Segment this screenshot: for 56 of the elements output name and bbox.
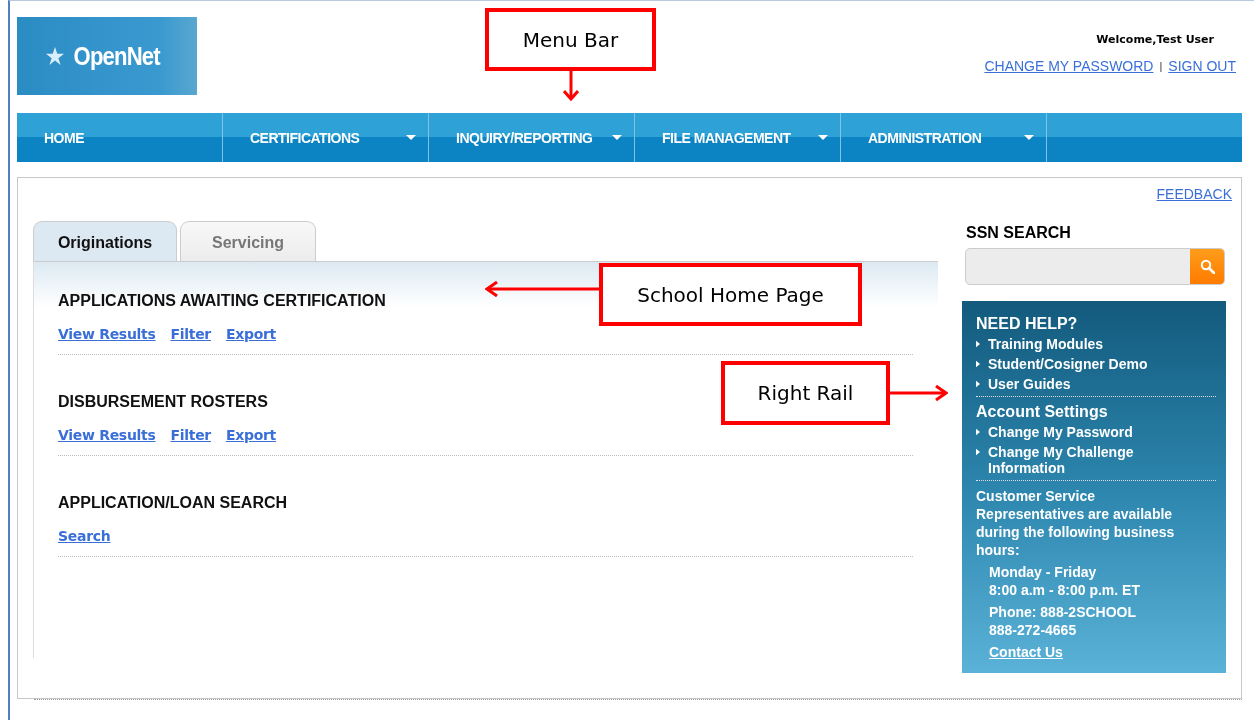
menu-item[interactable]: INQUIRY/REPORTING bbox=[429, 113, 635, 162]
tab[interactable]: Servicing bbox=[180, 221, 316, 261]
callout-label: School Home Page bbox=[599, 263, 862, 326]
help-link[interactable]: Training Modules bbox=[988, 336, 1158, 352]
help-title: NEED HELP? bbox=[976, 315, 1079, 333]
star-icon bbox=[46, 47, 65, 65]
callout-label: Right Rail bbox=[721, 361, 890, 425]
bullet-icon bbox=[976, 448, 980, 456]
caret-icon bbox=[612, 135, 622, 140]
link[interactable]: View Results bbox=[58, 326, 156, 342]
help-link[interactable]: Change My Challenge Information bbox=[988, 444, 1158, 476]
ssn-search-field[interactable] bbox=[965, 248, 1225, 285]
arrow-icon bbox=[563, 71, 579, 101]
tab[interactable]: Originations bbox=[33, 221, 177, 261]
hours-text: 8:00 a.m - 8:00 p.m. ET bbox=[989, 581, 1141, 599]
section-title: APPLICATION/LOAN SEARCH bbox=[58, 494, 288, 512]
hours-text: Monday - Friday bbox=[989, 563, 1098, 581]
menu-item[interactable]: ADMINISTRATION bbox=[841, 113, 1047, 162]
callout-label: Menu Bar bbox=[485, 8, 656, 71]
menu-item[interactable]: FILE MANAGEMENT bbox=[635, 113, 841, 162]
link[interactable]: Export bbox=[225, 326, 276, 342]
arrow-icon bbox=[485, 281, 599, 297]
search-icon bbox=[1199, 259, 1215, 274]
link[interactable]: Filter bbox=[170, 326, 211, 342]
link[interactable]: Filter bbox=[170, 427, 211, 443]
bullet-icon bbox=[976, 380, 980, 388]
welcome-text: Welcome,Test User bbox=[1096, 33, 1215, 46]
service-text: Customer Service Representatives are available during the following business hours: bbox=[976, 487, 1176, 559]
arrow-icon bbox=[890, 385, 948, 401]
phone-text: 888-272-4665 bbox=[989, 621, 1078, 639]
caret-icon bbox=[406, 135, 416, 140]
header-link[interactable]: SIGN OUT bbox=[1168, 58, 1236, 74]
link[interactable]: View Results bbox=[58, 427, 156, 443]
logo[interactable]: OpenNet bbox=[17, 17, 197, 95]
separator: | bbox=[1159, 60, 1163, 72]
link[interactable]: Export bbox=[225, 427, 276, 443]
phone-text: Phone: 888-2SCHOOL bbox=[989, 603, 1138, 621]
help-link[interactable]: Change My Password bbox=[988, 424, 1158, 440]
menu-item[interactable]: CERTIFICATIONS bbox=[223, 113, 429, 162]
feedback-link[interactable]: FEEDBACK bbox=[1156, 186, 1232, 202]
contact-link[interactable]: Contact Us bbox=[989, 644, 1063, 660]
bullet-icon bbox=[976, 428, 980, 436]
bullet-icon bbox=[976, 360, 980, 368]
account-title: Account Settings bbox=[976, 403, 1109, 421]
menu-item[interactable]: HOME bbox=[17, 113, 223, 162]
header-link[interactable]: CHANGE MY PASSWORD bbox=[984, 58, 1154, 74]
help-link[interactable]: Student/Cosigner Demo bbox=[988, 356, 1158, 372]
section-title: APPLICATIONS AWAITING CERTIFICATION bbox=[58, 292, 386, 310]
caret-icon bbox=[1024, 135, 1034, 140]
link[interactable]: Search bbox=[58, 528, 111, 544]
bullet-icon bbox=[976, 340, 980, 348]
search-button[interactable] bbox=[1190, 249, 1224, 284]
ssn-search-title: SSN SEARCH bbox=[966, 224, 1072, 242]
help-link[interactable]: User Guides bbox=[988, 376, 1158, 392]
section-title: DISBURSEMENT ROSTERS bbox=[58, 393, 268, 411]
caret-icon bbox=[818, 135, 828, 140]
